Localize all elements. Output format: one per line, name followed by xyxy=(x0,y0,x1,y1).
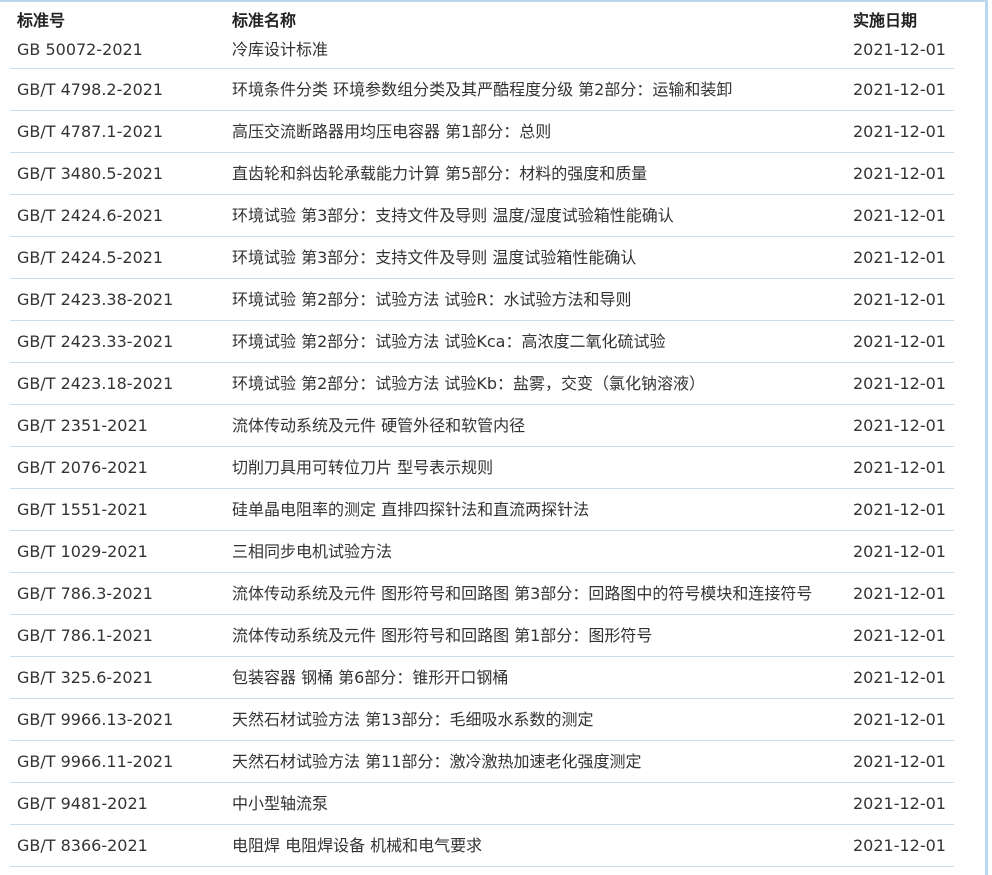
table-row[interactable]: GB/T 1029-2021 三相同步电机试验方法 2021-12-01 xyxy=(10,530,954,573)
table-row[interactable]: GB/T 2424.6-2021 环境试验 第3部分：支持文件及导则 温度/湿度试… xyxy=(10,194,954,237)
table-row[interactable]: GB/T 325.6-2021 包装容器 钢桶 第6部分：锥形开口钢桶 2021-1… xyxy=(10,656,954,699)
standard-name-link[interactable]: 中小型轴流泵 xyxy=(225,782,849,825)
implementation-date-cell: 2021-12-01 xyxy=(849,824,954,867)
implementation-date-cell: 2021-12-01 xyxy=(849,488,954,531)
table-row[interactable]: GB/T 4787.1-2021 高压交流断路器用均压电容器 第1部分：总则 202… xyxy=(10,110,954,153)
standard-name-link[interactable]: 直齿轮和斜齿轮承载能力计算 第5部分：材料的强度和质量 xyxy=(225,152,849,195)
standard-code-cell[interactable]: GB/T 4798.2-2021 xyxy=(10,68,225,111)
standard-name-link[interactable]: 包装容器 钢桶 第6部分：锥形开口钢桶 xyxy=(225,656,849,699)
table-header: 标准号 标准名称 实施日期 xyxy=(10,4,954,38)
standard-code-cell[interactable]: GB/T 3480.5-2021 xyxy=(10,152,225,195)
standard-code-cell[interactable]: GB/T 2423.38-2021 xyxy=(10,278,225,321)
implementation-date-cell: 2021-12-01 xyxy=(849,362,954,405)
standard-code-cell[interactable]: GB/T 2423.33-2021 xyxy=(10,320,225,363)
standard-code-cell[interactable]: GB/T 4787.1-2021 xyxy=(10,110,225,153)
standard-code-cell[interactable]: GB/T 2423.18-2021 xyxy=(10,362,225,405)
standard-code-cell[interactable]: GB/T 9481-2021 xyxy=(10,782,225,825)
standard-code-cell[interactable]: GB 50072-2021 xyxy=(10,38,225,69)
implementation-date-cell: 2021-12-01 xyxy=(849,656,954,699)
standard-code-cell[interactable]: GB/T 8366-2021 xyxy=(10,824,225,867)
header-standard-code: 标准号 xyxy=(17,11,66,30)
standard-name-link[interactable]: 流体传动系统及元件 图形符号和回路图 第3部分：回路图中的符号模块和连接符号 xyxy=(225,572,849,615)
table-row[interactable]: GB/T 3480.5-2021 直齿轮和斜齿轮承载能力计算 第5部分：材料的强度… xyxy=(10,152,954,195)
standard-name-link[interactable]: 环境条件分类 环境参数组分类及其严酷程度分级 第2部分：运输和装卸 xyxy=(225,68,849,111)
table-row[interactable]: GB/T 1551-2021 硅单晶电阻率的测定 直排四探针法和直流两探针法 202… xyxy=(10,488,954,531)
header-implementation-date: 实施日期 xyxy=(853,11,918,30)
table-row[interactable]: GB/T 9966.13-2021 天然石材试验方法 第13部分：毛细吸水系数的测… xyxy=(10,698,954,741)
table-row[interactable]: GB/T 9481-2021 中小型轴流泵 2021-12-01 xyxy=(10,782,954,825)
table-row[interactable]: GB/T 786.1-2021 流体传动系统及元件 图形符号和回路图 第1部分：图… xyxy=(10,614,954,657)
implementation-date-cell: 2021-12-01 xyxy=(849,740,954,783)
standard-code-cell[interactable]: GB/T 1551-2021 xyxy=(10,488,225,531)
standard-name-link[interactable]: 三相同步电机试验方法 xyxy=(225,530,849,573)
standard-name-link[interactable]: 流体传动系统及元件 硬管外径和软管内径 xyxy=(225,404,849,447)
implementation-date-cell: 2021-12-01 xyxy=(849,572,954,615)
implementation-date-cell: 2021-12-01 xyxy=(849,38,954,69)
implementation-date-cell: 2021-12-01 xyxy=(849,110,954,153)
standard-code-cell[interactable]: GB/T 9966.11-2021 xyxy=(10,740,225,783)
standard-name-link[interactable]: 冷库设计标准 xyxy=(225,38,849,69)
table-row[interactable]: GB/T 786.3-2021 流体传动系统及元件 图形符号和回路图 第3部分：回… xyxy=(10,572,954,615)
standard-code-cell[interactable]: GB/T 786.1-2021 xyxy=(10,614,225,657)
table-row[interactable]: GB/T 2424.5-2021 环境试验 第3部分：支持文件及导则 温度试验箱性… xyxy=(10,236,954,279)
standard-name-link[interactable]: 环境试验 第3部分：支持文件及导则 温度/湿度试验箱性能确认 xyxy=(225,194,849,237)
table-row[interactable]: GB 50072-2021 冷库设计标准 2021-12-01 xyxy=(10,38,954,69)
standard-name-link[interactable]: 环境试验 第3部分：支持文件及导则 温度试验箱性能确认 xyxy=(225,236,849,279)
table-row[interactable]: GB/T 8366-2021 电阻焊 电阻焊设备 机械和电气要求 2021-12-0… xyxy=(10,824,954,867)
standard-name-link[interactable]: 高压交流断路器用均压电容器 第1部分：总则 xyxy=(225,110,849,153)
standard-name-link[interactable]: 硅单晶电阻率的测定 直排四探针法和直流两探针法 xyxy=(225,488,849,531)
table-row[interactable]: GB/T 2076-2021 切削刀具用可转位刀片 型号表示规则 2021-12-0… xyxy=(10,446,954,489)
implementation-date-cell: 2021-12-01 xyxy=(849,614,954,657)
table-row[interactable]: GB/T 4798.2-2021 环境条件分类 环境参数组分类及其严酷程度分级 第… xyxy=(10,68,954,111)
table-row[interactable]: GB/T 2423.33-2021 环境试验 第2部分：试验方法 试验Kca：高浓… xyxy=(10,320,954,363)
implementation-date-cell: 2021-12-01 xyxy=(849,782,954,825)
standard-code-cell[interactable]: GB/T 2351-2021 xyxy=(10,404,225,447)
standard-name-link[interactable]: 电阻焊 电阻焊设备 机械和电气要求 xyxy=(225,824,849,867)
standards-list-panel: 标准号 标准名称 实施日期 GB 50072-2021 冷库设计标准 2021-12… xyxy=(0,0,988,875)
implementation-date-cell: 2021-12-01 xyxy=(849,530,954,573)
table-body: GB 50072-2021 冷库设计标准 2021-12-01 GB/T 4798.2… xyxy=(10,38,954,867)
standard-name-link[interactable]: 环境试验 第2部分：试验方法 试验R：水试验方法和导则 xyxy=(225,278,849,321)
standard-name-link[interactable]: 流体传动系统及元件 图形符号和回路图 第1部分：图形符号 xyxy=(225,614,849,657)
standard-name-link[interactable]: 切削刀具用可转位刀片 型号表示规则 xyxy=(225,446,849,489)
standard-code-cell[interactable]: GB/T 325.6-2021 xyxy=(10,656,225,699)
implementation-date-cell: 2021-12-01 xyxy=(849,404,954,447)
standards-table: 标准号 标准名称 实施日期 GB 50072-2021 冷库设计标准 2021-12… xyxy=(10,4,954,867)
standard-code-cell[interactable]: GB/T 2424.6-2021 xyxy=(10,194,225,237)
standard-code-cell[interactable]: GB/T 1029-2021 xyxy=(10,530,225,573)
implementation-date-cell: 2021-12-01 xyxy=(849,68,954,111)
standard-name-link[interactable]: 环境试验 第2部分：试验方法 试验Kca：高浓度二氧化硫试验 xyxy=(225,320,849,363)
standard-code-cell[interactable]: GB/T 2424.5-2021 xyxy=(10,236,225,279)
implementation-date-cell: 2021-12-01 xyxy=(849,446,954,489)
implementation-date-cell: 2021-12-01 xyxy=(849,236,954,279)
table-row[interactable]: GB/T 2351-2021 流体传动系统及元件 硬管外径和软管内径 2021-12… xyxy=(10,404,954,447)
standard-name-link[interactable]: 天然石材试验方法 第13部分：毛细吸水系数的测定 xyxy=(225,698,849,741)
header-row: 标准号 标准名称 实施日期 xyxy=(10,4,954,38)
header-standard-name: 标准名称 xyxy=(232,11,297,30)
table-row[interactable]: GB/T 2423.38-2021 环境试验 第2部分：试验方法 试验R：水试验方… xyxy=(10,278,954,321)
table-row[interactable]: GB/T 2423.18-2021 环境试验 第2部分：试验方法 试验Kb：盐雾，… xyxy=(10,362,954,405)
implementation-date-cell: 2021-12-01 xyxy=(849,320,954,363)
implementation-date-cell: 2021-12-01 xyxy=(849,152,954,195)
standard-name-link[interactable]: 环境试验 第2部分：试验方法 试验Kb：盐雾，交变（氯化钠溶液） xyxy=(225,362,849,405)
table-row[interactable]: GB/T 9966.11-2021 天然石材试验方法 第11部分：激冷激热加速老化… xyxy=(10,740,954,783)
implementation-date-cell: 2021-12-01 xyxy=(849,698,954,741)
standard-code-cell[interactable]: GB/T 786.3-2021 xyxy=(10,572,225,615)
implementation-date-cell: 2021-12-01 xyxy=(849,278,954,321)
implementation-date-cell: 2021-12-01 xyxy=(849,194,954,237)
standard-code-cell[interactable]: GB/T 9966.13-2021 xyxy=(10,698,225,741)
standard-name-link[interactable]: 天然石材试验方法 第11部分：激冷激热加速老化强度测定 xyxy=(225,740,849,783)
standard-code-cell[interactable]: GB/T 2076-2021 xyxy=(10,446,225,489)
